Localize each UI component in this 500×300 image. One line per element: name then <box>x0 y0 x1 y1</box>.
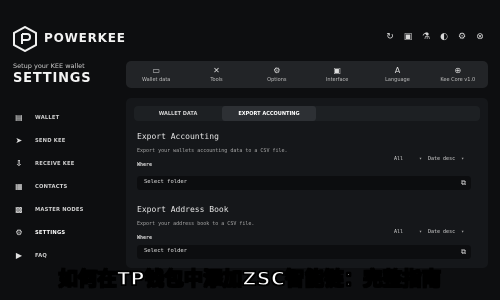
chevron-down-icon: ▾ <box>419 229 423 235</box>
toolbar-item-label: Language <box>385 76 410 83</box>
overlay-caption: 如何在TP钱包中添加ZSC智能链：完整指南 <box>58 267 442 290</box>
settings-title: SETTINGS <box>13 71 92 86</box>
masternodes-icon: ▩ <box>15 205 23 214</box>
filter-value: All <box>394 156 404 162</box>
export-accounting-title: Export Accounting <box>137 132 219 141</box>
header-icons: ↻ ▣ ⚗ ◐ ⚙ ⊗ <box>384 31 486 43</box>
sidebar-item-wallet[interactable]: ▤ WALLET <box>14 106 114 129</box>
chevron-down-icon: ▾ <box>461 156 465 162</box>
sidebar-item-label: FAQ <box>35 252 47 259</box>
export-accounting-folder-field[interactable]: Select folder ⧉ <box>137 176 471 190</box>
sidebar-item-label: MASTER NODES <box>35 206 84 213</box>
options-icon: ⚙ <box>273 65 281 75</box>
close-icon[interactable]: ⊗ <box>474 31 486 43</box>
wallet-icon: ▤ <box>15 113 23 122</box>
sidebar-item-master-nodes[interactable]: ▩ MASTER NODES <box>14 198 114 221</box>
export-address-book-where-label: Where <box>137 235 153 241</box>
chevron-down-icon: ▾ <box>419 156 423 162</box>
copy-icon[interactable]: ⧉ <box>461 179 466 188</box>
interface-icon: ▣ <box>333 65 341 75</box>
settings-icon: ⚙ <box>15 228 23 237</box>
export-address-book-folder-field[interactable]: Select folder ⧉ <box>137 245 471 259</box>
sidebar-item-settings[interactable]: ⚙ SETTINGS <box>14 221 114 244</box>
contacts-icon: ▦ <box>15 182 23 191</box>
flask-icon[interactable]: ⚗ <box>420 31 432 43</box>
export-address-book-filter-select[interactable]: All ▾ <box>394 229 422 235</box>
toolbar-item-label: Interface <box>325 76 349 83</box>
tools-icon: ✕ <box>213 65 220 75</box>
sort-value: Date desc <box>428 156 456 162</box>
toolbar-item-tools[interactable]: ✕ Tools <box>186 61 246 88</box>
toolbar-item-language[interactable]: A Language <box>367 61 427 88</box>
settings-toolbar: ▭ Wallet data ✕ Tools ⚙ Options ▣ Interface A Lan… <box>126 61 488 88</box>
sidebar-item-send-kee[interactable]: ➤ SEND KEE <box>14 129 114 152</box>
folder-field-text: Select folder <box>144 179 188 185</box>
app-window: POWERKEE ↻ ▣ ⚗ ◐ ⚙ ⊗ Setup your KEE wallet SE… <box>0 0 500 300</box>
powerkee-logo <box>13 26 37 52</box>
export-accounting-where-label: Where <box>137 162 153 168</box>
export-accounting-sort-select[interactable]: Date desc ▾ <box>428 156 464 162</box>
export-address-book-title: Export Address Book <box>137 205 229 214</box>
settings-icon[interactable]: ⚙ <box>456 31 468 43</box>
copy-icon[interactable]: ⧉ <box>461 248 466 257</box>
sidebar-item-label: CONTACTS <box>35 183 68 190</box>
toolbar-item-wallet-data[interactable]: ▭ Wallet data <box>126 61 186 88</box>
settings-panel: WALLET DATA EXPORT ACCOUNTING Export Acco… <box>126 98 488 268</box>
sidebar-nav: ▤ WALLET ➤ SEND KEE ⇩ RECEIVE KEE ▦ CONTACTS ▩ MA… <box>14 106 114 267</box>
sidebar-item-contacts[interactable]: ▦ CONTACTS <box>14 175 114 198</box>
refresh-icon[interactable]: ↻ <box>384 31 396 43</box>
tab-export-accounting[interactable]: EXPORT ACCOUNTING <box>222 106 316 121</box>
header: POWERKEE ↻ ▣ ⚗ ◐ ⚙ ⊗ <box>0 0 500 58</box>
chevron-down-icon: ▾ <box>461 229 465 235</box>
settings-tabs: WALLET DATA EXPORT ACCOUNTING <box>134 106 480 121</box>
wallet-data-icon: ▭ <box>152 65 160 75</box>
settings-subtitle: Setup your KEE wallet <box>13 62 85 70</box>
sidebar-item-label: SETTINGS <box>35 229 66 236</box>
export-address-book-description: Export your address book to a CSV file. <box>137 221 255 227</box>
faq-icon: ▶ <box>15 251 23 260</box>
folder-field-text: Select folder <box>144 248 188 254</box>
gift-icon[interactable]: ▣ <box>402 31 414 43</box>
sidebar-item-label: RECEIVE KEE <box>35 160 75 167</box>
toolbar-item-label: Kee Core v1.0 <box>440 76 476 83</box>
toolbar-item-kee-core-v1-0[interactable]: ⊕ Kee Core v1.0 <box>428 61 488 88</box>
toolbar-item-label: Wallet data <box>141 76 171 83</box>
receive-icon: ⇩ <box>15 159 23 168</box>
toolbar-item-interface[interactable]: ▣ Interface <box>307 61 367 88</box>
sidebar-item-label: WALLET <box>35 114 60 121</box>
sidebar-item-receive-kee[interactable]: ⇩ RECEIVE KEE <box>14 152 114 175</box>
theme-icon[interactable]: ◐ <box>438 31 450 43</box>
export-accounting-description: Export your wallets accounting data to a… <box>137 148 288 154</box>
sidebar-item-label: SEND KEE <box>35 137 66 144</box>
toolbar-item-options[interactable]: ⚙ Options <box>247 61 307 88</box>
language-icon: A <box>394 65 401 75</box>
filter-value: All <box>394 229 404 235</box>
export-address-book-sort-select[interactable]: Date desc ▾ <box>428 229 464 235</box>
brand-name: POWERKEE <box>44 31 126 45</box>
send-icon: ➤ <box>15 136 23 145</box>
toolbar-item-label: Options <box>267 76 287 83</box>
export-accounting-filter-select[interactable]: All ▾ <box>394 156 422 162</box>
sort-value: Date desc <box>428 229 456 235</box>
toolbar-item-label: Tools <box>210 76 223 83</box>
kee-core-icon: ⊕ <box>454 65 462 75</box>
tab-wallet-data[interactable]: WALLET DATA <box>134 106 222 121</box>
